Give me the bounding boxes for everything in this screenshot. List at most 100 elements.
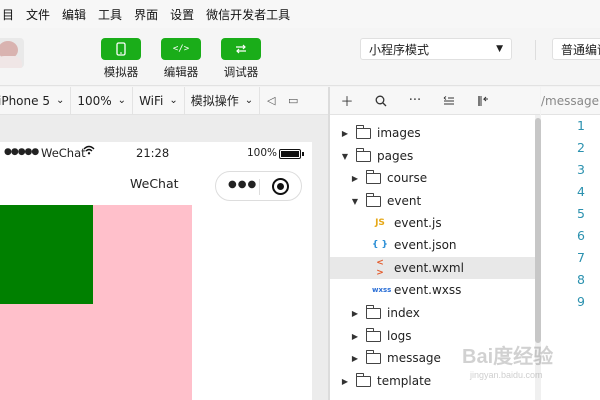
line-number: 6 <box>577 228 585 243</box>
wxml-file-icon: < > <box>376 258 384 278</box>
folder-icon <box>356 124 371 139</box>
carrier-name: WeChat <box>41 146 86 160</box>
menu-bar: 目 文件 编辑 工具 界面 设置 微信开发者工具 <box>0 0 600 28</box>
battery-icon <box>279 149 304 159</box>
chevron-right-icon: ▶ <box>351 353 359 363</box>
code-icon: </> <box>172 44 190 54</box>
operation-select-value: 模拟操作 <box>190 94 239 108</box>
line-number: 1 <box>577 118 585 133</box>
tree-folder-course[interactable]: ▶ course <box>330 167 535 189</box>
line-number: 4 <box>577 184 585 199</box>
editor-button[interactable]: </> <box>161 38 201 60</box>
capsule-menu[interactable]: ●●● <box>215 171 302 201</box>
phone-icon <box>116 42 126 56</box>
network-select-value: WiFi <box>139 93 164 108</box>
toolbar-divider <box>535 40 536 60</box>
line-number: 3 <box>577 162 585 177</box>
folder-icon <box>356 372 371 387</box>
tree-file-event-js[interactable]: JS event.js <box>330 212 535 234</box>
folder-open-icon <box>366 192 381 207</box>
simulator-button[interactable] <box>101 38 141 60</box>
debugger-label: 调试器 <box>223 65 259 79</box>
tree-file-event-json[interactable]: { } event.json <box>330 234 535 256</box>
compile-select[interactable]: 普通编译 <box>552 38 600 60</box>
wifi-icon <box>83 145 95 158</box>
collapse-icon[interactable] <box>432 87 466 115</box>
network-select[interactable]: WiFi ⌄ <box>133 86 185 115</box>
menu-item-project[interactable]: 目 <box>0 6 20 23</box>
tree-label: event.wxss <box>394 283 462 297</box>
toggle-panel-icon[interactable] <box>466 87 500 115</box>
phone-screen: ●●●●● WeChat 21:28 100% WeChat ●●● <box>0 142 312 400</box>
caret-down-icon: ▼ <box>496 44 503 54</box>
tree-folder-images[interactable]: ▶ images <box>330 122 535 144</box>
menu-item-tools[interactable]: 工具 <box>92 6 128 23</box>
editor-tab[interactable]: /message <box>541 87 600 115</box>
menu-item-file[interactable]: 文件 <box>20 6 56 23</box>
volume-icon[interactable]: ◁ <box>260 87 282 115</box>
operation-select[interactable]: 模拟操作 ⌄ <box>185 86 261 115</box>
tree-label: images <box>377 126 421 140</box>
editor-label: 编辑器 <box>163 65 199 79</box>
more-icon[interactable]: ··· <box>398 87 432 115</box>
line-number: 2 <box>577 140 585 155</box>
mode-select-value: 小程序模式 <box>369 42 430 57</box>
tree-label: event.wxml <box>394 261 464 275</box>
close-target-icon[interactable] <box>272 178 289 195</box>
menu-item-devtools[interactable]: 微信开发者工具 <box>200 6 296 23</box>
menu-item-edit[interactable]: 编辑 <box>56 6 92 23</box>
chevron-right-icon: ▶ <box>341 376 349 386</box>
folder-icon <box>366 169 381 184</box>
tree-label: index <box>387 306 420 320</box>
baidu-watermark-url: jingyan.baidu.com <box>470 370 543 380</box>
tree-file-event-wxml[interactable]: < > event.wxml <box>330 257 535 279</box>
tree-folder-event[interactable]: ▼ event <box>330 190 535 212</box>
compile-select-value: 普通编译 <box>561 42 600 57</box>
green-view <box>0 205 93 304</box>
main-toolbar: 模拟器 </> 编辑器 调试器 小程序模式 ▼ 普通编译 <box>0 28 600 86</box>
folder-icon <box>366 327 381 342</box>
simulator-toolbar: iPhone 5 ⌄ 100% ⌄ WiFi ⌄ 模拟操作 ⌄ ◁ ▭ <box>0 86 328 115</box>
chevron-down-icon: ⌄ <box>169 95 178 106</box>
chevron-down-icon: ▼ <box>351 196 359 206</box>
zoom-select[interactable]: 100% ⌄ <box>71 86 134 115</box>
device-select[interactable]: iPhone 5 ⌄ <box>0 86 72 115</box>
chevron-down-icon: ⌄ <box>117 95 127 106</box>
wxss-file-icon: wxss <box>372 286 392 294</box>
tree-file-event-wxss[interactable]: wxss event.wxss <box>330 279 535 301</box>
line-number: 9 <box>577 294 585 309</box>
tree-label: event.json <box>394 238 457 252</box>
simulator-label: 模拟器 <box>103 65 139 79</box>
add-icon[interactable]: ＋ <box>330 87 364 115</box>
chevron-right-icon: ▶ <box>341 128 349 138</box>
avatar[interactable] <box>0 38 24 68</box>
mode-select[interactable]: 小程序模式 ▼ <box>360 38 512 60</box>
folder-icon <box>366 304 381 319</box>
menu-item-settings[interactable]: 设置 <box>164 6 200 23</box>
tree-label: event <box>387 194 422 208</box>
chevron-down-icon: ⌄ <box>244 95 254 106</box>
line-number: 7 <box>577 250 585 265</box>
tree-folder-index[interactable]: ▶ index <box>330 302 535 324</box>
device-select-value: iPhone 5 <box>0 93 50 108</box>
tree-label: pages <box>377 149 414 163</box>
window-icon[interactable]: ▭ <box>282 87 304 115</box>
more-icon[interactable]: ●●● <box>228 179 257 190</box>
line-number: 8 <box>577 272 585 287</box>
file-tree-toolbar: ＋ ··· <box>330 87 540 115</box>
tree-label: event.js <box>394 216 442 230</box>
tree-label: template <box>377 374 432 388</box>
nav-title: WeChat <box>130 176 179 191</box>
js-file-icon: JS <box>375 218 385 228</box>
menu-item-view[interactable]: 界面 <box>128 6 164 23</box>
search-icon[interactable] <box>364 87 398 115</box>
folder-icon <box>366 349 381 364</box>
debugger-button[interactable] <box>221 38 261 60</box>
tree-label: message <box>387 351 441 365</box>
line-number: 5 <box>577 206 585 221</box>
battery-percent: 100% <box>247 147 278 159</box>
folder-open-icon <box>356 147 371 162</box>
tree-label: logs <box>387 329 412 343</box>
nav-bar: WeChat ●●● <box>0 164 312 204</box>
tree-folder-pages[interactable]: ▼ pages <box>330 145 535 167</box>
